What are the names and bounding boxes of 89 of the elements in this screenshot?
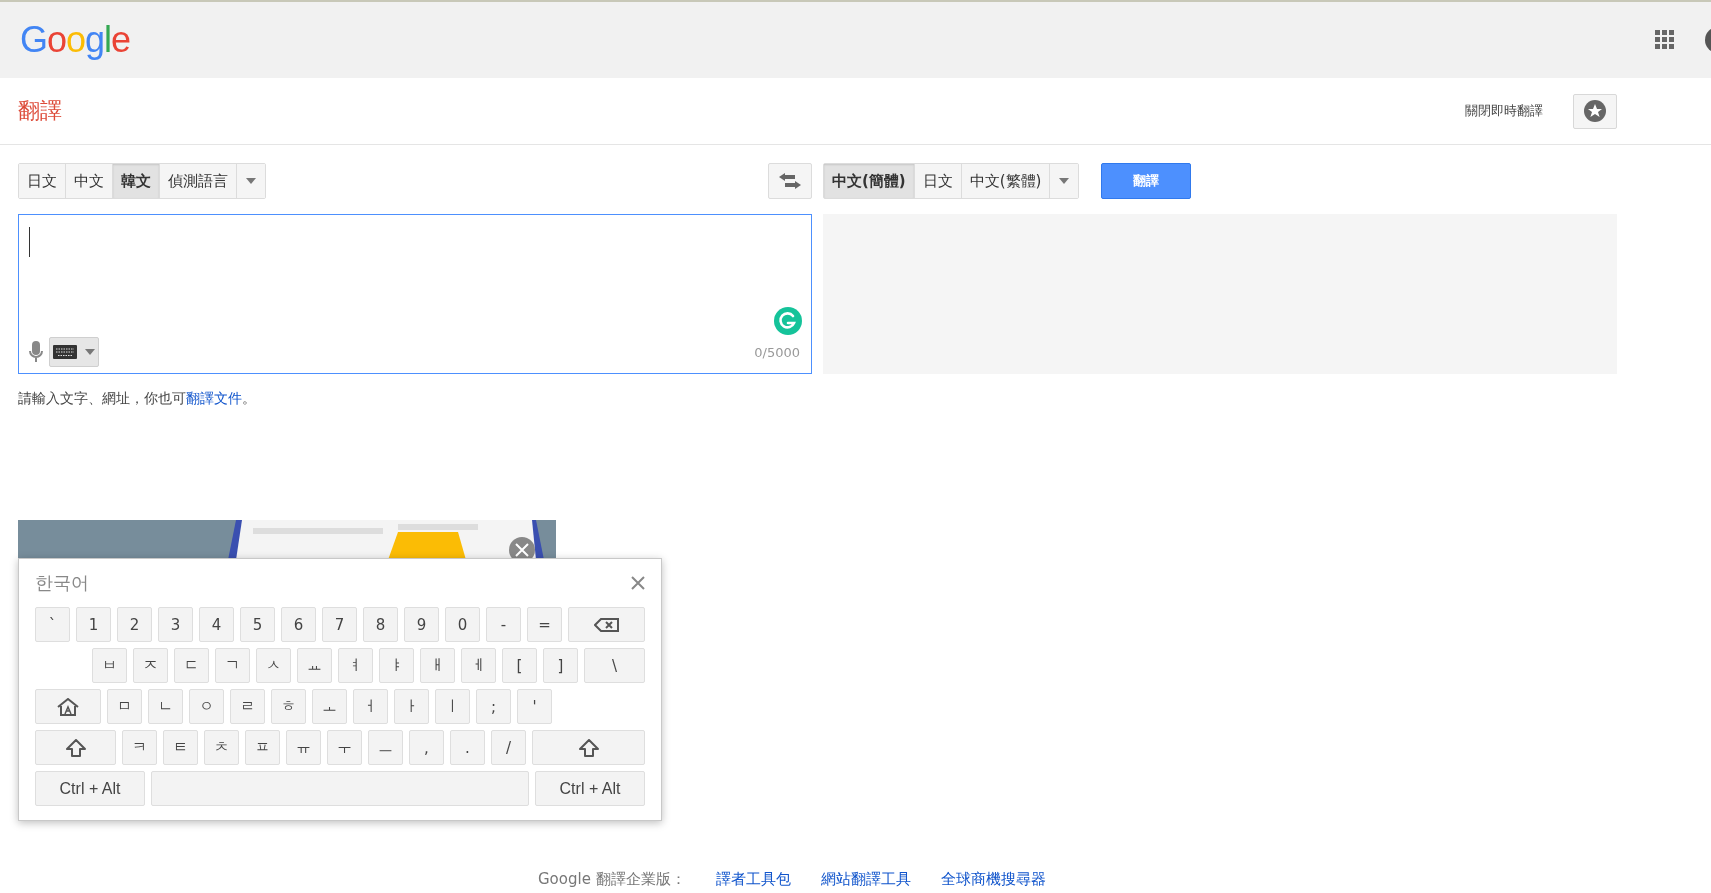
keyboard-key[interactable]: ;: [476, 689, 511, 724]
keyboard-key[interactable]: 2: [117, 607, 152, 642]
keyboard-key[interactable]: ㅣ: [435, 689, 470, 724]
keyboard-key[interactable]: ㅐ: [420, 648, 455, 683]
keyboard-key[interactable]: ㄴ: [148, 689, 183, 724]
language-tab[interactable]: 中文(簡體): [824, 164, 915, 198]
backspace-icon: [593, 617, 620, 632]
keyboard-key[interactable]: ㅔ: [461, 648, 496, 683]
shift-arrow-icon: [578, 738, 599, 757]
language-tab[interactable]: 日文: [914, 164, 962, 198]
keyboard-key[interactable]: ㄱ: [215, 648, 250, 683]
dropdown-arrow-icon: [85, 349, 95, 355]
keyboard-title: 한국어: [35, 571, 89, 595]
keyboard-key[interactable]: .: [450, 730, 485, 765]
language-dropdown-button[interactable]: [237, 164, 265, 198]
keyboard-key[interactable]: ㅇ: [189, 689, 224, 724]
keyboard-key[interactable]: ]: [543, 648, 578, 683]
keyboard-key[interactable]: ㅅ: [256, 648, 291, 683]
keyboard-key[interactable]: ,: [409, 730, 444, 765]
keyboard-key[interactable]: [: [502, 648, 537, 683]
keyboard-icon: [53, 345, 77, 359]
keyboard-key[interactable]: ㅊ: [204, 730, 239, 765]
keyboard-key[interactable]: ㅠ: [286, 730, 321, 765]
caps-key[interactable]: [35, 689, 101, 724]
keyboard-key[interactable]: -: [486, 607, 521, 642]
swap-arrows-icon: [779, 173, 801, 189]
keyboard-key[interactable]: ㅛ: [297, 648, 332, 683]
shift-key[interactable]: [35, 730, 116, 765]
ctrl-alt-key[interactable]: Ctrl + Alt: [535, 771, 645, 806]
keyboard-key[interactable]: ㅡ: [368, 730, 403, 765]
keyboard-key[interactable]: ': [517, 689, 552, 724]
swap-languages-button[interactable]: [768, 163, 812, 199]
keyboard-input-button[interactable]: [49, 337, 99, 367]
keyboard-key[interactable]: ㅑ: [379, 648, 414, 683]
close-icon: [631, 576, 645, 590]
language-tab[interactable]: 偵測語言: [160, 164, 237, 198]
dropdown-arrow-icon: [246, 178, 256, 184]
keyboard-key[interactable]: ㅗ: [312, 689, 347, 724]
keyboard-key[interactable]: 0: [445, 607, 480, 642]
keyboard-key[interactable]: 3: [158, 607, 193, 642]
instant-translation-toggle[interactable]: 關閉即時翻譯: [1465, 102, 1543, 120]
keyboard-key[interactable]: 9: [404, 607, 439, 642]
house-icon: [56, 697, 80, 716]
footer-link[interactable]: 譯者工具包: [715, 870, 791, 889]
text-cursor: [29, 227, 30, 257]
character-count: 0/5000: [754, 344, 800, 360]
microphone-icon[interactable]: [29, 341, 43, 363]
keyboard-key[interactable]: /: [491, 730, 526, 765]
keyboard-key[interactable]: ㅓ: [353, 689, 388, 724]
keyboard-key[interactable]: ㄷ: [174, 648, 209, 683]
language-tab[interactable]: 中文: [66, 164, 113, 198]
keyboard-key[interactable]: \: [584, 648, 645, 683]
footer-label: Google 翻譯企業版：: [538, 870, 686, 889]
apps-grid-icon[interactable]: [1655, 30, 1675, 50]
keyboard-key[interactable]: ㅋ: [122, 730, 157, 765]
footer-link[interactable]: 全球商機搜尋器: [940, 870, 1046, 889]
keyboard-key[interactable]: ㅍ: [245, 730, 280, 765]
translate-document-link[interactable]: 翻譯文件: [186, 390, 242, 406]
keyboard-key[interactable]: 7: [322, 607, 357, 642]
keyboard-key[interactable]: ㅎ: [271, 689, 306, 724]
keyboard-key[interactable]: 4: [199, 607, 234, 642]
keyboard-key[interactable]: 8: [363, 607, 398, 642]
keyboard-key[interactable]: ㅂ: [92, 648, 127, 683]
keyboard-key[interactable]: 1: [76, 607, 111, 642]
keyboard-key[interactable]: ㅏ: [394, 689, 429, 724]
shift-key[interactable]: [532, 730, 645, 765]
keyboard-key[interactable]: =: [527, 607, 562, 642]
language-tab[interactable]: 日文: [19, 164, 66, 198]
language-tab[interactable]: 中文(繁體): [961, 164, 1051, 198]
keyboard-key[interactable]: 5: [240, 607, 275, 642]
keyboard-key[interactable]: ㅕ: [338, 648, 373, 683]
language-dropdown-button[interactable]: [1050, 164, 1079, 198]
close-button[interactable]: [631, 576, 645, 590]
backspace-key[interactable]: [568, 607, 645, 642]
dropdown-arrow-icon: [1059, 178, 1070, 184]
keyboard-key[interactable]: ㅜ: [327, 730, 362, 765]
keyboard-key[interactable]: ㄹ: [230, 689, 265, 724]
ctrl-alt-key[interactable]: Ctrl + Alt: [35, 771, 145, 806]
hint-text: 請輸入文字、網址，你也可翻譯文件。: [18, 390, 257, 408]
keyboard-key[interactable]: ㅈ: [133, 648, 168, 683]
shift-arrow-icon: [65, 738, 86, 757]
keyboard-key[interactable]: 6: [281, 607, 316, 642]
star-button[interactable]: [1573, 93, 1617, 129]
app-title: 翻譯: [18, 97, 62, 125]
keyboard-key[interactable]: ㅁ: [107, 689, 142, 724]
keyboard-key[interactable]: ㅌ: [163, 730, 198, 765]
language-tab[interactable]: 韓文: [113, 164, 160, 198]
footer-link[interactable]: 網站翻譯工具: [820, 870, 911, 889]
keyboard-key[interactable]: `: [35, 607, 70, 642]
